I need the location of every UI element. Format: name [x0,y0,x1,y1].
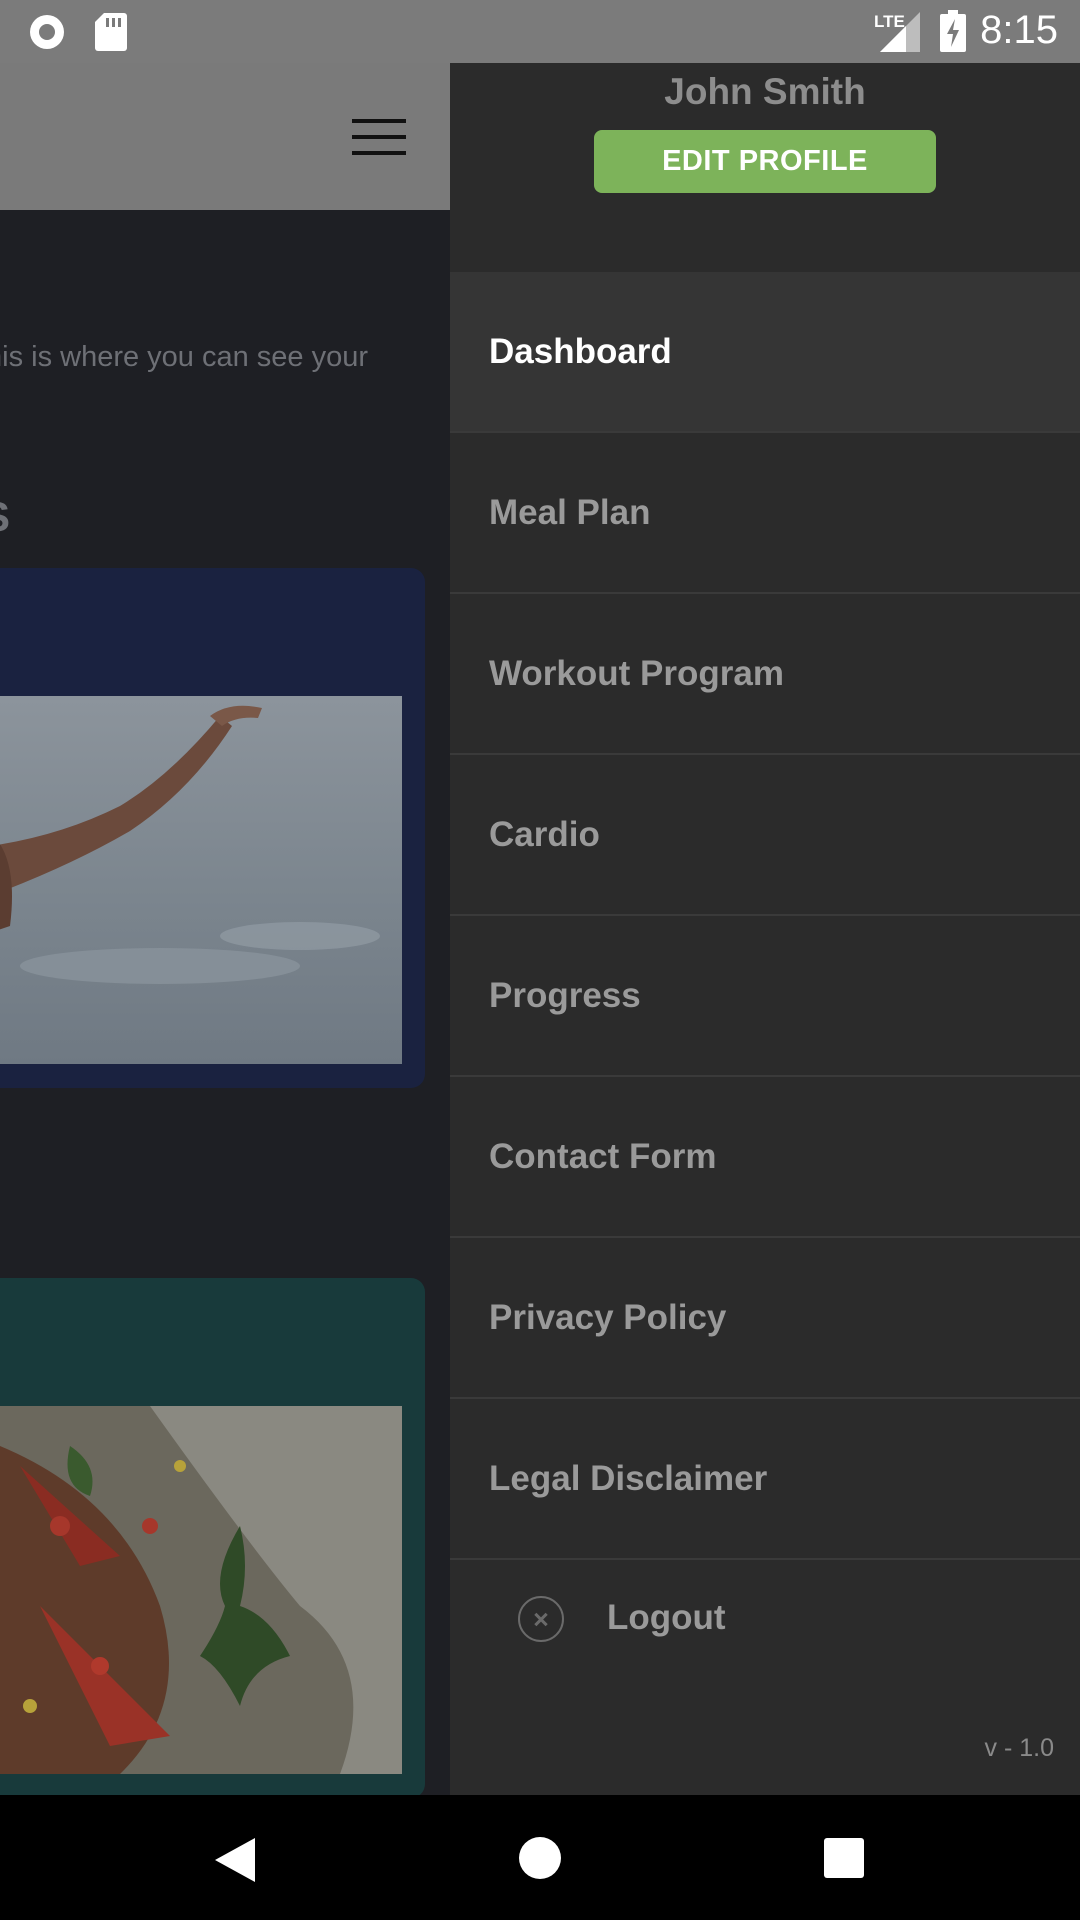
navigation-drawer: John Smith EDIT PROFILE Dashboard Meal P… [450,63,1080,1795]
menu-item-legal-disclaimer[interactable]: Legal Disclaimer [450,1399,1080,1560]
profile-name: John Smith [664,71,866,112]
menu-item-contact-form[interactable]: Contact Form [450,1077,1080,1238]
edit-profile-button[interactable]: EDIT PROFILE [594,130,936,193]
close-circle-icon [518,1596,564,1642]
meal-image [0,1406,402,1774]
menu-item-meal-plan[interactable]: Meal Plan [450,433,1080,594]
recent-apps-icon[interactable] [824,1838,864,1878]
hamburger-menu-icon[interactable] [352,119,406,155]
sd-card-icon [95,13,127,51]
back-icon[interactable] [215,1838,255,1882]
record-icon [30,15,64,49]
drawer-menu: Dashboard Meal Plan Workout Program Card… [450,272,1080,1560]
clock: 8:15 [980,8,1058,52]
app-header [0,63,450,210]
workout-image [0,696,402,1064]
battery-charging-icon [940,10,966,52]
menu-item-privacy-policy[interactable]: Privacy Policy [450,1238,1080,1399]
status-bar: LTE 8:15 [0,0,1080,63]
dashboard-background: nis is where you can see your S [0,63,450,1795]
home-icon[interactable] [519,1837,561,1879]
menu-item-cardio[interactable]: Cardio [450,755,1080,916]
section-heading-fragment: S [0,493,10,541]
app-version: v - 1.0 [984,1734,1054,1762]
meal-card[interactable] [0,1278,425,1795]
menu-item-dashboard[interactable]: Dashboard [450,272,1080,433]
logout-label: Logout [607,1598,726,1637]
workout-card[interactable] [0,568,425,1088]
menu-item-progress[interactable]: Progress [450,916,1080,1077]
menu-item-workout-program[interactable]: Workout Program [450,594,1080,755]
system-navigation-bar [0,1795,1080,1920]
dashboard-intro-text: nis is where you can see your [0,341,369,373]
lte-signal-icon [880,12,920,52]
logout-button[interactable]: Logout [450,1564,1080,1674]
